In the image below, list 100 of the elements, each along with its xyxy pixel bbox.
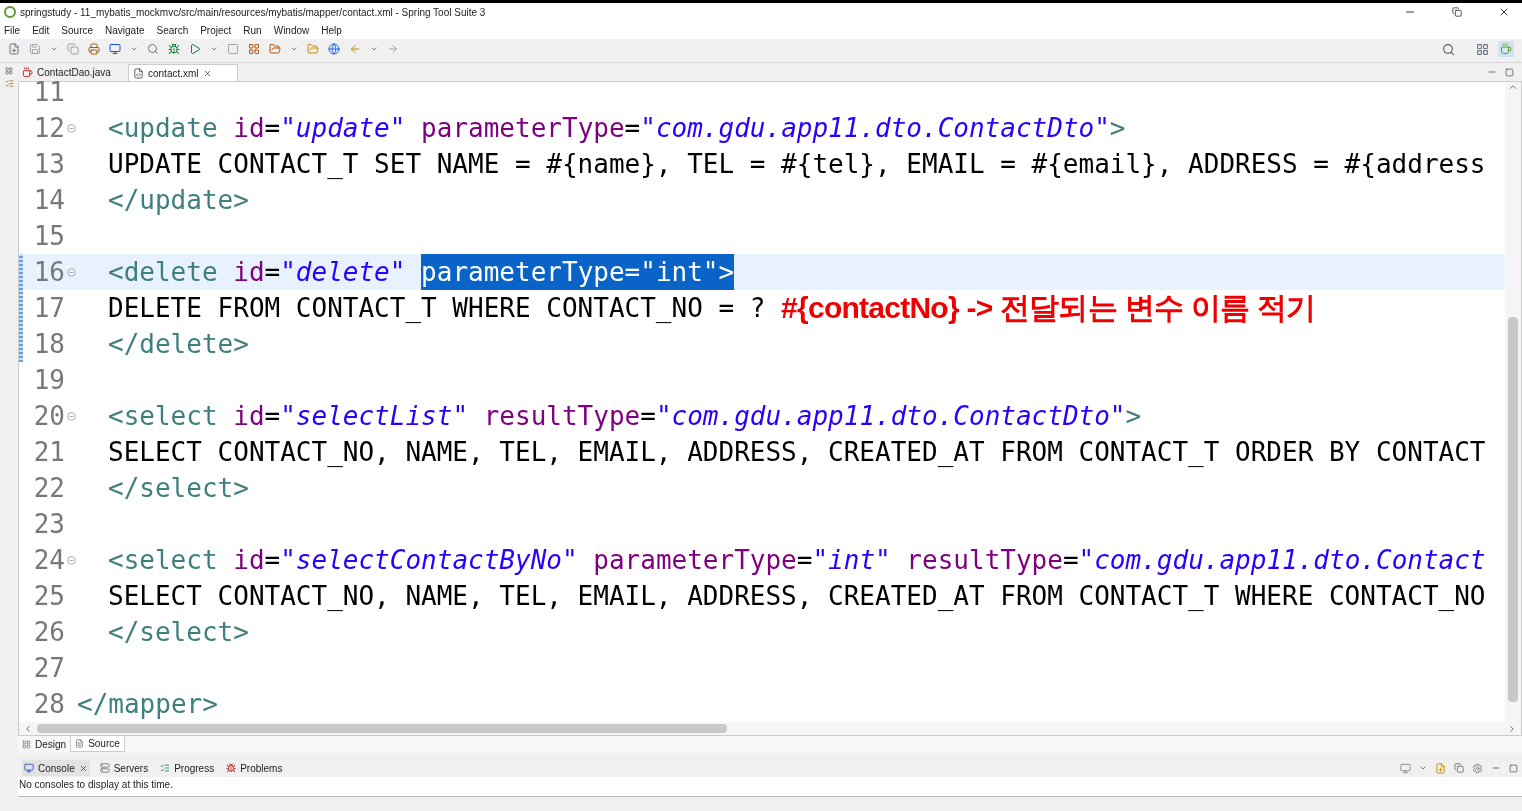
view-tab[interactable]: Source: [70, 736, 125, 752]
maximize-view-icon[interactable]: [1509, 763, 1518, 773]
maximize-view-icon[interactable]: [1505, 68, 1514, 77]
view-tab[interactable]: Design: [18, 736, 71, 752]
code-token: "com.gdu.app11.dto.ContactDto": [655, 400, 1126, 433]
code-token: </select>: [108, 616, 249, 649]
menu-item[interactable]: Help: [321, 22, 342, 38]
monitor-icon[interactable]: [109, 43, 121, 55]
restore-icon[interactable]: [1452, 7, 1462, 17]
play-icon[interactable]: [189, 43, 201, 55]
code-token: <update: [108, 112, 219, 145]
menu-item[interactable]: Navigate: [105, 22, 145, 38]
code-token: SELECT CONTACT_NO, NAME, TEL, EMAIL, ADDRESS, CREATED_AT FROM CONTACT_T WHERE CONTACT_NO: [108, 580, 1486, 613]
folder-icon[interactable]: [307, 43, 319, 55]
panel-tab[interactable]: Console: [22, 760, 90, 776]
outline-icon[interactable]: [4, 79, 14, 88]
close-icon[interactable]: [1498, 6, 1510, 18]
close-tab-icon[interactable]: [78, 763, 88, 773]
code-token: </mapper>: [77, 688, 218, 721]
menu-item[interactable]: File: [4, 22, 21, 38]
vertical-scrollbar[interactable]: [1505, 82, 1521, 722]
code-token: >: [1109, 112, 1126, 145]
copy-icon[interactable]: [67, 43, 79, 55]
dropdown-caret-icon[interactable]: [130, 45, 138, 53]
panel-tab[interactable]: Problems: [224, 760, 285, 776]
fold-icon[interactable]: [66, 411, 76, 421]
settings-icon[interactable]: [1472, 762, 1483, 774]
perspective-icon[interactable]: [1498, 41, 1514, 57]
save-icon[interactable]: [29, 43, 41, 55]
code-token: =: [264, 400, 281, 433]
folder-icon[interactable]: [269, 43, 281, 55]
scrollbar-thumb[interactable]: [1508, 317, 1518, 702]
menu-item[interactable]: Edit: [32, 22, 50, 38]
code-token: </update>: [108, 184, 249, 217]
dropdown-caret-icon[interactable]: [290, 45, 298, 53]
back-arrow-icon[interactable]: [349, 43, 361, 55]
line-number: 25: [32, 580, 65, 613]
code-token: =: [264, 544, 281, 577]
dropdown-caret-icon[interactable]: [370, 45, 378, 53]
new-file-icon[interactable]: [8, 43, 20, 55]
menu-item[interactable]: Window: [273, 22, 310, 38]
open-console-icon[interactable]: [1435, 762, 1446, 774]
grid-icon[interactable]: [248, 43, 260, 55]
forward-arrow-icon[interactable]: [387, 43, 399, 55]
scroll-left-icon[interactable]: [23, 723, 33, 734]
open-perspective-icon[interactable]: [1476, 42, 1489, 56]
search-icon[interactable]: [147, 43, 159, 55]
code-token: SELECT CONTACT_NO, NAME, TEL, EMAIL, ADDRESS, CREATED_AT FROM CONTACT_T ORDER BY CONTACT: [108, 436, 1486, 469]
line-number: 22: [32, 472, 65, 505]
menu-item[interactable]: Search: [156, 22, 189, 38]
line-number: 13: [32, 148, 65, 181]
editor-tab[interactable]: contact.xml: [128, 64, 238, 81]
restore-view-icon[interactable]: [5, 67, 13, 75]
panel-tab[interactable]: Progress: [158, 760, 217, 776]
menu-item[interactable]: Project: [200, 22, 232, 38]
selected-code: parameterType="int">: [421, 254, 735, 290]
globe-icon[interactable]: [328, 43, 340, 55]
fold-icon[interactable]: [66, 123, 76, 133]
line-number: 27: [32, 652, 65, 685]
menu-item[interactable]: Source: [61, 22, 94, 38]
code-token: <delete: [108, 256, 219, 289]
scrollbar-thumb[interactable]: [37, 724, 727, 733]
close-tab-icon[interactable]: [202, 68, 212, 78]
code-token: </delete>: [108, 328, 249, 361]
dropdown-caret-icon[interactable]: [50, 45, 58, 53]
copy-icon[interactable]: [1454, 763, 1464, 773]
java-file-icon: [22, 67, 33, 78]
bug-icon[interactable]: [168, 43, 180, 55]
servers-icon: [99, 763, 110, 773]
scroll-up-icon[interactable]: [1508, 82, 1518, 92]
code-token: resultType: [483, 400, 641, 433]
console-icon: [24, 763, 34, 773]
code-token: "int": [812, 544, 892, 577]
search-icon[interactable]: [1442, 42, 1455, 56]
line-number: 16: [32, 256, 65, 289]
dropdown-caret-icon[interactable]: [1419, 764, 1427, 772]
line-number: 26: [32, 616, 65, 649]
code-token: "selectContactByNo": [280, 544, 579, 577]
display-console-icon[interactable]: [1400, 762, 1411, 774]
horizontal-scrollbar[interactable]: [19, 722, 1521, 735]
fold-icon[interactable]: [66, 555, 76, 565]
print-icon[interactable]: [88, 43, 100, 55]
code-token: =: [1062, 544, 1079, 577]
code-token: <select: [108, 400, 219, 433]
fold-icon[interactable]: [66, 267, 76, 277]
code-token: =: [624, 112, 641, 145]
code-token: parameterType: [593, 544, 797, 577]
app-logo-icon: [4, 6, 16, 18]
code-token: =: [264, 112, 281, 145]
line-number: 18: [32, 328, 65, 361]
menu-item[interactable]: Run: [243, 22, 262, 38]
progress-icon: [160, 763, 171, 773]
xml-file-icon: [133, 67, 144, 79]
panel-tab[interactable]: Servers: [97, 760, 151, 776]
stop-icon[interactable]: [227, 43, 239, 55]
problems-icon: [226, 763, 237, 773]
scroll-right-icon[interactable]: [1507, 723, 1517, 734]
line-number: 28: [32, 688, 65, 721]
dropdown-caret-icon[interactable]: [210, 45, 218, 53]
code-token: UPDATE CONTACT_T SET NAME = #{name}, TEL = #{tel}, EMAIL = #{email}, ADDRESS = #{address: [108, 148, 1486, 181]
